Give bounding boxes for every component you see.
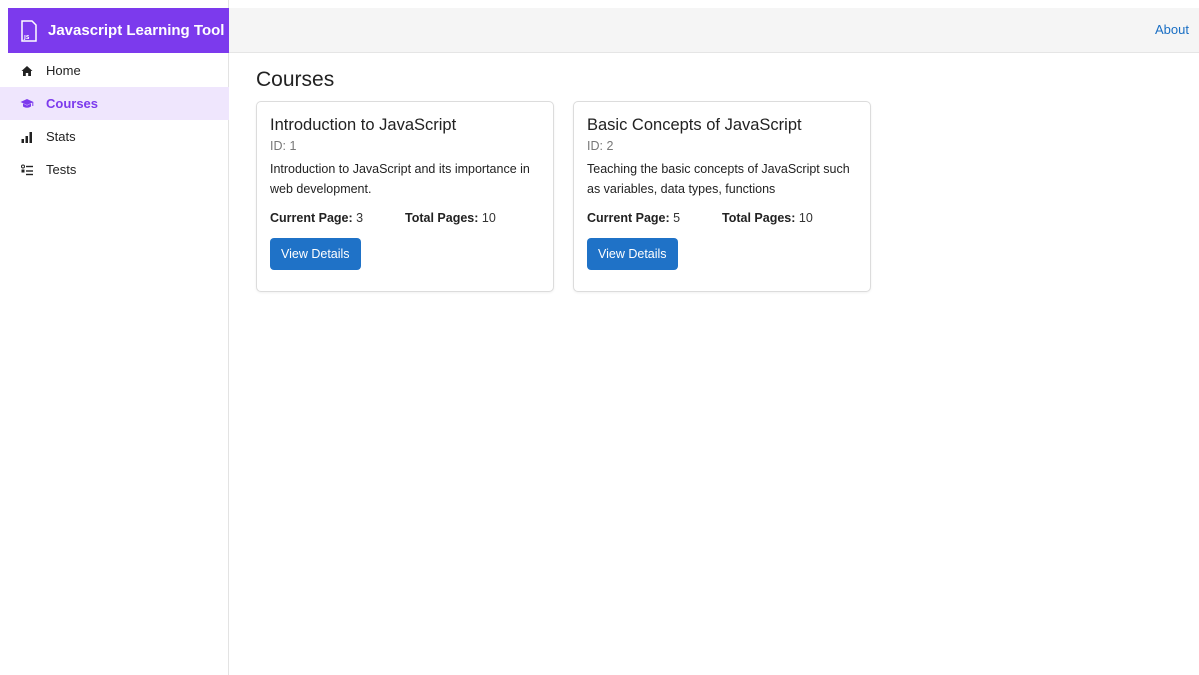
course-meta: Current Page: 3 Total Pages: 10	[270, 211, 540, 225]
total-pages: Total Pages: 10	[722, 211, 857, 225]
course-card: Introduction to JavaScript ID: 1 Introdu…	[256, 101, 554, 292]
sidebar-item-label: Stats	[46, 129, 76, 144]
home-icon	[20, 64, 34, 78]
graduation-cap-icon	[20, 97, 34, 111]
checklist-icon	[20, 163, 34, 177]
sidebar-item-tests[interactable]: Tests	[0, 153, 229, 186]
brand-header[interactable]: JS Javascript Learning Tool	[8, 8, 229, 53]
course-title: Introduction to JavaScript	[270, 116, 457, 134]
sidebar: JS Javascript Learning Tool Home Courses…	[0, 0, 229, 675]
sidebar-item-stats[interactable]: Stats	[0, 120, 229, 153]
total-pages-value: 10	[798, 211, 813, 225]
js-file-icon: JS	[20, 19, 38, 42]
current-page-label: Current Page:	[270, 211, 353, 225]
current-page-value: 3	[356, 211, 364, 225]
sidebar-nav: Home Courses Stats Tests	[0, 54, 229, 186]
view-details-button[interactable]: View Details	[587, 238, 678, 270]
current-page: Current Page: 5	[587, 211, 722, 225]
sidebar-item-courses[interactable]: Courses	[0, 87, 229, 120]
course-id: ID: 2	[587, 139, 614, 153]
sidebar-item-home[interactable]: Home	[0, 54, 229, 87]
page-title: Courses	[256, 68, 335, 91]
current-page-value: 5	[673, 211, 681, 225]
about-link[interactable]: About	[1155, 22, 1189, 37]
view-details-button[interactable]: View Details	[270, 238, 361, 270]
total-pages: Total Pages: 10	[405, 211, 540, 225]
svg-text:JS: JS	[23, 35, 30, 41]
current-page: Current Page: 3	[270, 211, 405, 225]
course-title: Basic Concepts of JavaScript	[587, 116, 802, 134]
sidebar-item-label: Tests	[46, 162, 77, 177]
course-description: Introduction to JavaScript and its impor…	[270, 162, 530, 196]
sidebar-item-label: Courses	[46, 96, 99, 111]
course-card: Basic Concepts of JavaScript ID: 2 Teach…	[573, 101, 871, 292]
total-pages-value: 10	[481, 211, 496, 225]
total-pages-label: Total Pages:	[722, 211, 796, 225]
total-pages-label: Total Pages:	[405, 211, 479, 225]
sidebar-item-label: Home	[46, 63, 81, 78]
course-description: Teaching the basic concepts of JavaScrip…	[587, 162, 850, 196]
course-meta: Current Page: 5 Total Pages: 10	[587, 211, 857, 225]
bar-chart-icon	[20, 130, 34, 144]
app-title: Javascript Learning Tool	[48, 22, 225, 39]
top-bar: About	[229, 8, 1199, 53]
course-id: ID: 1	[270, 139, 297, 153]
current-page-label: Current Page:	[587, 211, 670, 225]
